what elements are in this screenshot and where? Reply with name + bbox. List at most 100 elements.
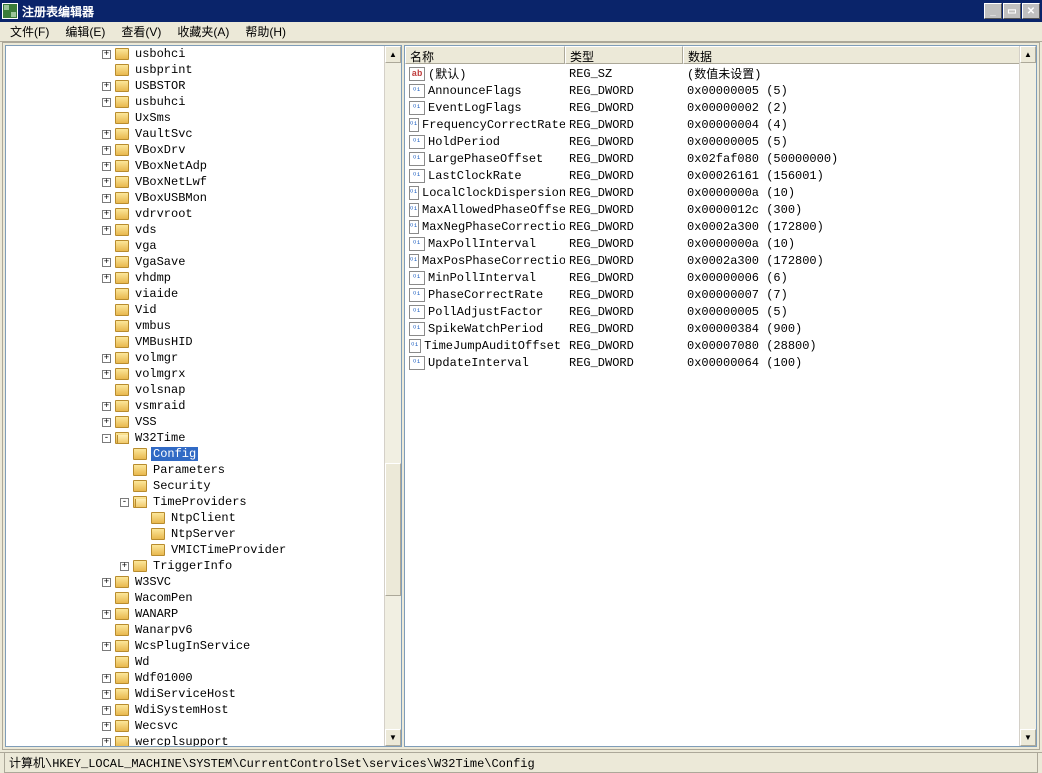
expand-icon[interactable]: + [102,210,111,219]
tree-node-label[interactable]: usbprint [133,63,195,77]
value-row[interactable]: ⁰¹UpdateIntervalREG_DWORD0x00000064 (100… [405,354,1036,371]
tree-node[interactable]: +UxSms [10,110,401,126]
value-row[interactable]: ⁰¹LastClockRateREG_DWORD0x00026161 (1560… [405,167,1036,184]
value-row[interactable]: ⁰¹MaxNegPhaseCorrectionREG_DWORD0x0002a3… [405,218,1036,235]
expand-icon[interactable]: + [102,82,111,91]
tree-node[interactable]: +WANARP [10,606,401,622]
tree-scrollbar[interactable]: ▲ ▼ [384,46,401,746]
expand-icon[interactable]: + [102,738,111,747]
expand-icon[interactable]: + [102,354,111,363]
expand-icon[interactable]: + [102,610,111,619]
tree-node-label[interactable]: Wanarpv6 [133,623,195,637]
expand-icon[interactable]: + [102,578,111,587]
tree-node[interactable]: +VBoxUSBMon [10,190,401,206]
close-button[interactable]: ✕ [1022,3,1040,19]
tree-node-label[interactable]: usbuhci [133,95,187,109]
expand-icon[interactable]: + [102,690,111,699]
expand-icon[interactable]: + [102,130,111,139]
tree-node[interactable]: +Wd [10,654,401,670]
tree-node[interactable]: + WdiSystemHost [10,702,401,718]
collapse-icon[interactable]: - [102,434,111,443]
expand-icon[interactable]: + [102,674,111,683]
expand-icon[interactable]: + [102,178,111,187]
menu-file[interactable]: 文件(F) [2,21,57,42]
tree-node[interactable]: +VgaSave [10,254,401,270]
tree-node[interactable]: +vsmraid [10,398,401,414]
scroll-thumb[interactable] [385,463,401,596]
value-row[interactable]: ⁰¹LargePhaseOffsetREG_DWORD0x02faf080 (5… [405,150,1036,167]
tree-node-label[interactable]: VBoxUSBMon [133,191,209,205]
tree-node-label[interactable]: VMBusHID [133,335,195,349]
tree-node[interactable]: +Wecsvc [10,718,401,734]
tree-node-label[interactable]: VBoxNetLwf [133,175,209,189]
tree-node[interactable]: +vga [10,238,401,254]
tree-node[interactable]: +Vid [10,302,401,318]
tree-node-label[interactable]: usbohci [133,47,187,61]
tree-node[interactable]: +WcsPlugInService [10,638,401,654]
tree-node-label[interactable]: volsnap [133,383,187,397]
menu-view[interactable]: 查看(V) [113,21,169,42]
tree-node-label[interactable]: viaide [133,287,180,301]
tree-node[interactable]: +W3SVC [10,574,401,590]
tree-node[interactable]: +NtpServer [10,526,401,542]
tree-node[interactable]: +WacomPen [10,590,401,606]
value-row[interactable]: ⁰¹MaxPollIntervalREG_DWORD0x0000000a (10… [405,235,1036,252]
tree-node-label[interactable]: VBoxNetAdp [133,159,209,173]
tree-node-label[interactable]: Config [151,447,198,461]
expand-icon[interactable]: + [102,722,111,731]
tree-node[interactable]: +vhdmp [10,270,401,286]
collapse-icon[interactable]: - [120,498,129,507]
tree-node-label[interactable]: WdiServiceHost [133,687,238,701]
tree-node-label[interactable]: WdiSystemHost [133,703,231,717]
tree-node-label[interactable]: WacomPen [133,591,195,605]
tree-node[interactable]: + WdiServiceHost [10,686,401,702]
tree-node-label[interactable]: W32Time [133,431,187,445]
list-body[interactable]: ab(默认)REG_SZ(数值未设置)⁰¹AnnounceFlagsREG_DW… [405,64,1036,746]
tree-node-label[interactable]: wercplsupport [133,735,231,746]
tree-node-label[interactable]: WcsPlugInService [133,639,252,653]
tree-node[interactable]: +usbohci [10,46,401,62]
tree-node[interactable]: +viaide [10,286,401,302]
value-row[interactable]: ⁰¹AnnounceFlagsREG_DWORD0x00000005 (5) [405,82,1036,99]
menu-edit[interactable]: 编辑(E) [57,21,113,42]
tree-node-label[interactable]: volmgrx [133,367,187,381]
maximize-button[interactable]: ▭ [1003,3,1021,19]
tree-node-label[interactable]: TimeProviders [151,495,249,509]
tree-node[interactable]: +VMBusHID [10,334,401,350]
col-header-name[interactable]: 名称 [405,46,565,64]
tree-node[interactable]: + volmgr [10,350,401,366]
tree-node-label[interactable]: Vid [133,303,159,317]
tree-node[interactable]: + wercplsupport [10,734,401,746]
tree-node[interactable]: - TimeProviders [10,494,401,510]
expand-icon[interactable]: + [120,562,129,571]
expand-icon[interactable]: + [102,418,111,427]
tree-node[interactable]: +vdrvroot [10,206,401,222]
tree-node-label[interactable]: volmgr [133,351,180,365]
expand-icon[interactable]: + [102,162,111,171]
value-row[interactable]: ⁰¹FrequencyCorrectRateREG_DWORD0x0000000… [405,116,1036,133]
tree-node-label[interactable]: VBoxDrv [133,143,187,157]
tree-node-label[interactable]: vmbus [133,319,173,333]
value-row[interactable]: ⁰¹LocalClockDispersionREG_DWORD0x0000000… [405,184,1036,201]
tree-node-label[interactable]: Security [151,479,213,493]
tree-node[interactable]: +TriggerInfo [10,558,401,574]
expand-icon[interactable]: + [102,98,111,107]
menu-help[interactable]: 帮助(H) [237,21,294,42]
scroll-track[interactable] [1020,63,1036,729]
value-row[interactable]: ⁰¹HoldPeriodREG_DWORD0x00000005 (5) [405,133,1036,150]
tree-node[interactable]: +usbprint [10,62,401,78]
expand-icon[interactable]: + [102,258,111,267]
tree-node[interactable]: +Config [10,446,401,462]
tree-node-label[interactable]: VaultSvc [133,127,195,141]
tree-node[interactable]: +NtpClient [10,510,401,526]
value-row[interactable]: ab(默认)REG_SZ(数值未设置) [405,65,1036,82]
scroll-down-button[interactable]: ▼ [385,729,401,746]
list-scrollbar[interactable]: ▲ ▼ [1019,46,1036,746]
value-row[interactable]: ⁰¹PollAdjustFactorREG_DWORD0x00000005 (5… [405,303,1036,320]
tree-node[interactable]: - W32Time [10,430,401,446]
scroll-track[interactable] [385,63,401,729]
tree-node-label[interactable]: vhdmp [133,271,173,285]
expand-icon[interactable]: + [102,402,111,411]
expand-icon[interactable]: + [102,706,111,715]
tree-node[interactable]: +VSS [10,414,401,430]
